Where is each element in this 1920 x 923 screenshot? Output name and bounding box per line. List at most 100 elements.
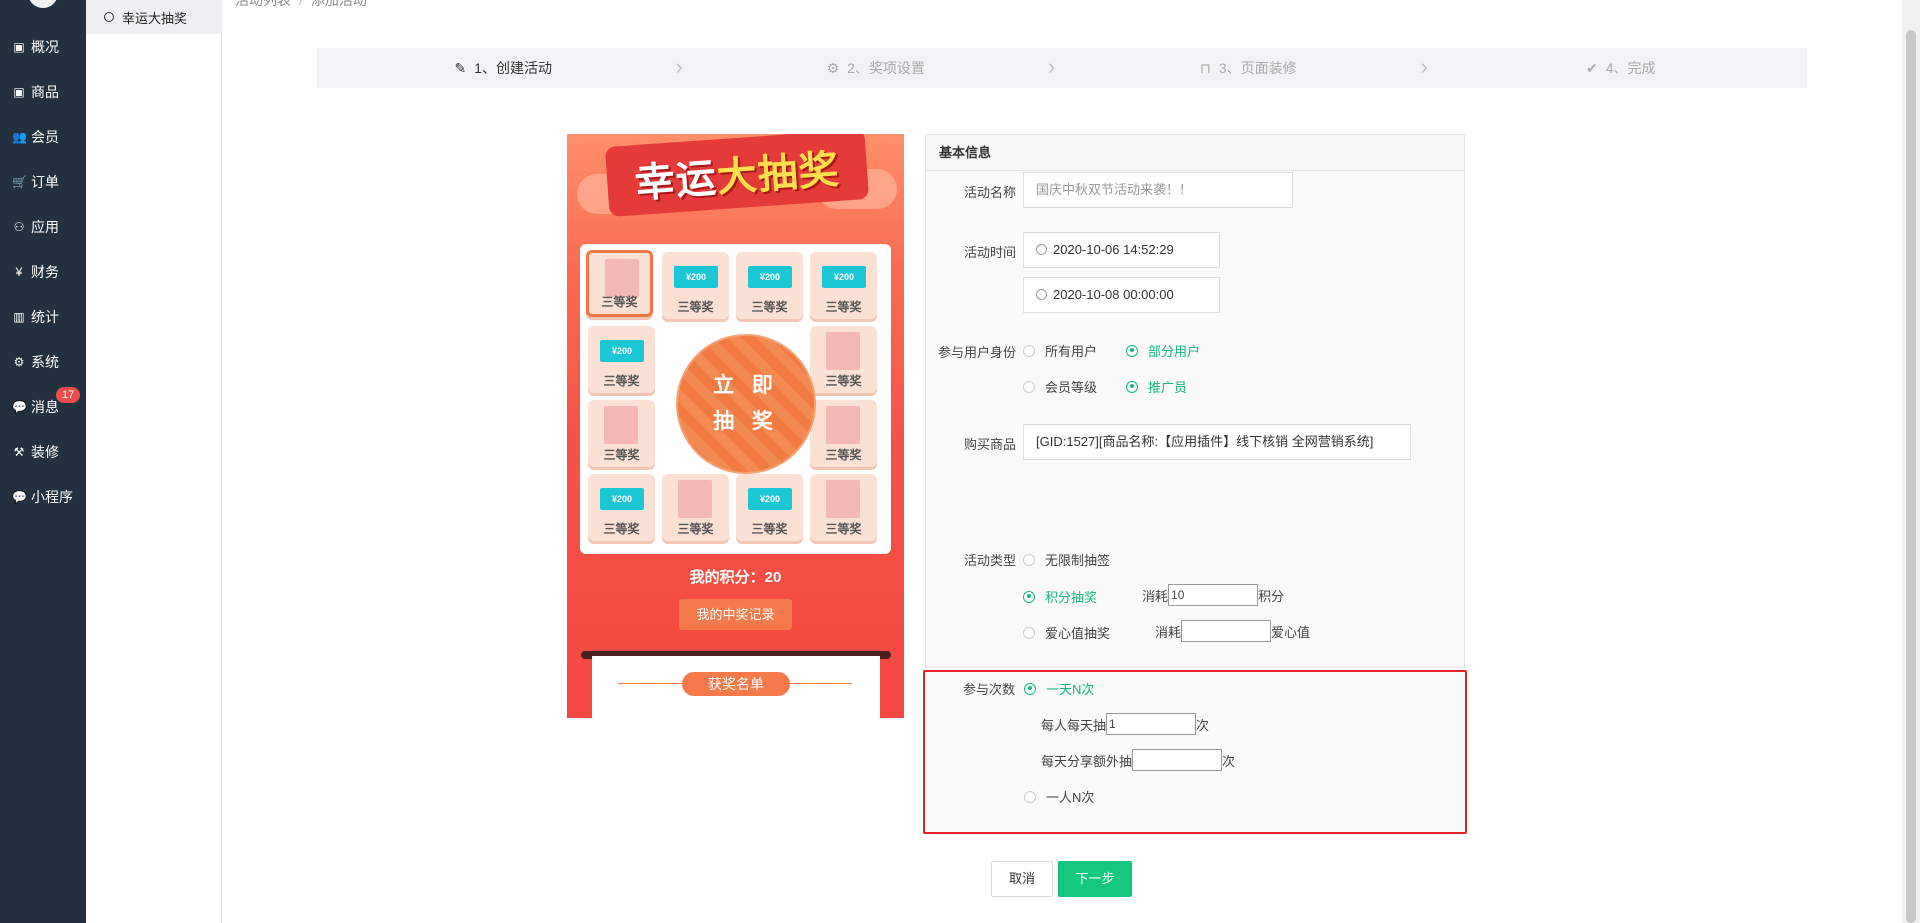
radio-icon	[1023, 344, 1035, 357]
prize-cell: 三等奖	[810, 326, 877, 393]
step-bar: ✎ 1、创建活动 › ⚙ 2、奖项设置 › ⊓ 3、页面装修 › ✔ 4、完成	[317, 48, 1807, 88]
draw-now-button[interactable]: 立 即抽 奖	[676, 334, 816, 474]
daily-draws-input[interactable]: 1	[1106, 713, 1197, 735]
clock-icon	[1036, 289, 1047, 301]
subnav-lucky-draw[interactable]: 幸运大抽奖	[86, 0, 222, 34]
goods-input[interactable]: [GID:1527][商品名称:【应用插件】线下核销 全网营销系统]	[1023, 424, 1411, 460]
main-sidebar: ▣ 概况 ▣ 商品 👥 会员 🛒 订单 ⚇ 应用 ¥ 财务 ▥ 统计 ⚙ 系统 💬 消息 17 ⚒…	[0, 0, 86, 923]
prize-cell: 三等奖	[586, 250, 653, 317]
prize-cell: ¥200 三等奖	[810, 252, 877, 319]
wechat-icon: 💬	[12, 490, 27, 504]
participation-times-section: 参与次数 一天N次 每人每天抽 1 次 每天分享额外抽次 一人N次	[923, 670, 1467, 834]
mobile-preview: 幸运 大抽奖 三等奖 ¥200 三等奖 ¥200 三等奖 ¥200 三等奖 ¥200 三等…	[567, 134, 904, 718]
prize-cell: ¥200 三等奖	[662, 252, 729, 319]
sidebar-item-system[interactable]: ⚙ 系统	[0, 348, 86, 376]
times-label: 参与次数	[962, 682, 1015, 697]
phone-image	[605, 259, 639, 297]
edit-icon: ✎	[454, 59, 467, 76]
breadcrumb: 活动列表 / 添加活动	[235, 0, 367, 10]
section-title: 基本信息	[926, 135, 1464, 171]
breadcrumb-activity-list[interactable]: 活动列表	[235, 0, 291, 8]
check-circle-icon: ✔	[1585, 59, 1598, 76]
sidebar-item-finance[interactable]: ¥ 财务	[0, 258, 86, 286]
love-consume-input[interactable]	[1181, 620, 1272, 642]
next-step-button[interactable]: 下一步	[1058, 861, 1132, 897]
daily-draws-row: 每人每天抽 1 次	[1041, 713, 1209, 735]
sidebar-item-miniprogram[interactable]: 💬 小程序	[0, 483, 86, 511]
circle-icon	[104, 12, 114, 22]
winners-list: 获奖名单	[592, 656, 880, 718]
radio-checked-icon	[1126, 380, 1138, 393]
activity-time-label: 活动时间	[963, 245, 1016, 260]
points-consume-input[interactable]: 10	[1168, 584, 1259, 606]
prize-cell: 三等奖	[810, 400, 877, 467]
share-draws-row: 每天分享额外抽次	[1041, 749, 1235, 771]
radio-checked-icon	[1126, 344, 1138, 357]
sidebar-item-stats[interactable]: ▥ 统计	[0, 303, 86, 331]
step-prizes: ⚙ 2、奖项设置 ›	[690, 48, 1063, 88]
radio-n-per-day[interactable]: 一天N次	[1024, 679, 1094, 698]
sidebar-item-apps[interactable]: ⚇ 应用	[0, 213, 86, 241]
chat-icon: 💬	[12, 400, 27, 414]
prize-cell: ¥200 三等奖	[736, 252, 803, 319]
prize-cell: 三等奖	[810, 474, 877, 541]
winners-title: 获奖名单	[682, 672, 790, 696]
radio-icon	[1023, 380, 1035, 393]
radio-all-users[interactable]: 所有用户	[1023, 341, 1097, 360]
sidebar-item-goods[interactable]: ▣ 商品	[0, 78, 86, 106]
start-time-input[interactable]: 2020-10-06 14:52:29	[1023, 232, 1220, 268]
prize-cell: ¥200 三等奖	[736, 474, 803, 541]
dashboard-icon: ▣	[13, 40, 25, 54]
sidebar-item-members[interactable]: 👥 会员	[0, 123, 86, 151]
my-points: 我的积分：20	[689, 569, 782, 586]
apps-icon: ⚇	[13, 220, 25, 234]
prize-cell: 三等奖	[662, 474, 729, 541]
phone-image	[678, 480, 712, 518]
radio-unlimited-draw[interactable]: 无限制抽签	[1023, 550, 1110, 569]
radio-some-users[interactable]: 部分用户	[1126, 341, 1200, 360]
end-time-input[interactable]: 2020-10-08 00:00:00	[1023, 277, 1220, 313]
breadcrumb-add-activity: 添加活动	[310, 0, 367, 8]
prize-cell: 三等奖	[588, 400, 655, 467]
points-consume-row: 消耗 10 积分	[1142, 584, 1284, 606]
radio-icon	[1024, 790, 1036, 803]
clock-icon	[1036, 244, 1047, 256]
users-icon: 👥	[12, 130, 27, 144]
settings-icon: ⚙	[826, 59, 840, 76]
chart-icon: ▥	[13, 310, 25, 324]
breadcrumb-separator: /	[299, 0, 303, 8]
goods-icon: ▣	[13, 85, 25, 99]
prize-cell: ¥200 三等奖	[588, 326, 655, 393]
hammer-icon: ⚒	[13, 445, 25, 459]
sidebar-item-overview[interactable]: ▣ 概况	[0, 33, 86, 61]
radio-member-level[interactable]: 会员等级	[1023, 377, 1097, 396]
share-draws-input[interactable]	[1132, 749, 1223, 771]
message-count-badge: 17	[56, 387, 81, 403]
prize-cell: ¥200 三等奖	[588, 474, 655, 541]
goods-label: 购买商品	[963, 437, 1016, 452]
radio-icon	[1023, 626, 1035, 639]
activity-name-input[interactable]: 国庆中秋双节活动来袭！！	[1023, 172, 1293, 208]
sub-sidebar: 幸运大抽奖	[86, 0, 222, 923]
bag-icon: ⊓	[1199, 59, 1211, 76]
step-decorate: ⊓ 3、页面装修 ›	[1062, 48, 1435, 88]
radio-love-draw[interactable]: 爱心值抽奖	[1023, 623, 1110, 642]
radio-promoter[interactable]: 推广员	[1126, 377, 1187, 396]
logo-avatar[interactable]	[28, 0, 58, 8]
phone-image	[826, 406, 860, 444]
radio-points-draw[interactable]: 积分抽奖	[1023, 587, 1097, 606]
cancel-button[interactable]: 取消	[991, 861, 1053, 897]
phone-image	[604, 406, 638, 444]
sidebar-item-decorate[interactable]: ⚒ 装修	[0, 438, 86, 466]
love-consume-row: 消耗 爱心值	[1155, 620, 1310, 642]
radio-icon	[1023, 553, 1035, 566]
sidebar-item-orders[interactable]: 🛒 订单	[0, 168, 86, 196]
step-create: ✎ 1、创建活动 ›	[317, 48, 690, 88]
activity-name-label: 活动名称	[963, 185, 1016, 200]
scrollbar-thumb[interactable]	[1906, 30, 1916, 923]
radio-n-per-person[interactable]: 一人N次	[1024, 787, 1094, 806]
my-win-record-button[interactable]: 我的中奖记录	[679, 599, 792, 630]
prize-grid: 三等奖 ¥200 三等奖 ¥200 三等奖 ¥200 三等奖 ¥200 三等奖 三等奖 …	[580, 244, 891, 554]
yen-icon: ¥	[15, 265, 23, 279]
user-identity-label: 参与用户身份	[937, 345, 1016, 360]
